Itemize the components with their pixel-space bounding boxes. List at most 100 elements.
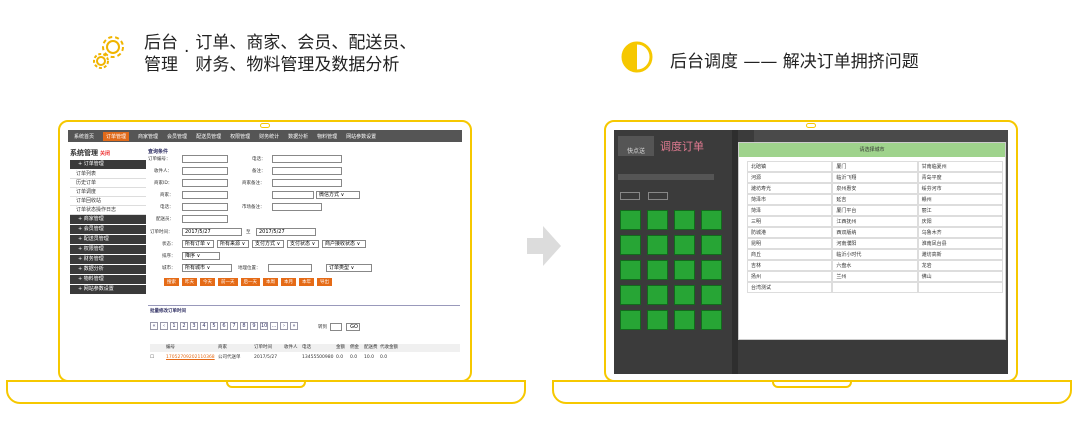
city-option[interactable]: 延吉 (832, 194, 918, 205)
city-option[interactable]: 龙岩 (917, 260, 1003, 271)
pager-btn-10[interactable]: 9 (250, 322, 258, 330)
query-button-8[interactable]: 导出 (317, 278, 332, 286)
pager-btn-13[interactable]: › (280, 322, 288, 330)
query-button-3[interactable]: 前一天 (218, 278, 238, 286)
table-cell-0[interactable]: 17052709202110368 (166, 353, 218, 363)
order-tile[interactable] (701, 260, 722, 280)
nav-tab-5[interactable]: 权限管理 (230, 133, 250, 140)
remark-input[interactable] (272, 167, 342, 175)
sidebar-group-4[interactable]: + 权限管理 (70, 245, 146, 254)
city-option[interactable]: 潍坊高新 (917, 249, 1003, 260)
sidebar-close-link[interactable]: 关闭 (100, 151, 110, 157)
receiver-input[interactable] (182, 167, 228, 175)
order-tile[interactable] (674, 235, 695, 255)
city-option[interactable]: 淮南凤台县 (917, 238, 1003, 249)
rider-input[interactable] (182, 215, 228, 223)
pager-btn-12[interactable]: ... (270, 322, 278, 330)
city-option[interactable]: 菏泽市 (747, 194, 833, 205)
city-option[interactable]: 防城港 (747, 227, 833, 238)
city-option[interactable]: 泉州惠安 (832, 183, 918, 194)
city-option[interactable]: 赣州 (917, 194, 1003, 205)
city-option[interactable]: 北碚镇 (747, 161, 833, 172)
query-button-7[interactable]: 本年 (299, 278, 314, 286)
nav-tab-1[interactable]: 订单管理 (103, 131, 130, 141)
status-select-1[interactable]: 所有来源 ∨ (217, 240, 249, 248)
order-tile[interactable] (701, 235, 722, 255)
nav-tab-0[interactable]: 系统首页 (74, 133, 94, 140)
city-option[interactable]: 三明 (747, 216, 833, 227)
city-option[interactable]: 厦门 (832, 161, 918, 172)
sidebar-group-3[interactable]: + 配送员管理 (70, 235, 146, 244)
row-checkbox[interactable]: ☐ (150, 353, 166, 363)
sidebar-item-0-0[interactable]: 订单列表 (70, 170, 146, 179)
city-option[interactable]: 菏泽 (747, 205, 833, 216)
nav-tab-9[interactable]: 网站参数设置 (346, 133, 376, 140)
city-option[interactable]: 兰州 (832, 271, 918, 282)
pager-go-button[interactable]: GO (346, 323, 360, 331)
city-option[interactable]: 青岛平度 (917, 172, 1003, 183)
city-option[interactable]: 台湾测试 (747, 282, 833, 293)
sidebar-item-0-1[interactable]: 历史订单 (70, 179, 146, 188)
tel-input[interactable] (182, 203, 228, 211)
city-option[interactable]: 绥芬河市 (917, 183, 1003, 194)
city-option[interactable]: 西双版纳 (832, 227, 918, 238)
city-option[interactable]: 潍坊寿光 (747, 183, 833, 194)
order-tile[interactable] (620, 235, 641, 255)
order-no-input[interactable] (182, 155, 228, 163)
sidebar-group-8[interactable]: + 网站参数设置 (70, 285, 146, 294)
nav-tab-2[interactable]: 商家管理 (138, 133, 158, 140)
phone-input[interactable] (272, 155, 342, 163)
order-tile[interactable] (701, 285, 722, 305)
pager-btn-0[interactable]: « (150, 322, 158, 330)
order-tile[interactable] (701, 310, 722, 330)
city-option[interactable]: 佛山 (917, 271, 1003, 282)
city-option[interactable]: 商丘 (747, 249, 833, 260)
city-option[interactable]: 临沂小时代 (832, 249, 918, 260)
dispatch-filter-select-1[interactable] (620, 192, 640, 200)
date-from-input[interactable]: 2017/5/27 (182, 228, 242, 236)
nav-tab-6[interactable]: 财务统计 (259, 133, 279, 140)
nav-tab-4[interactable]: 配送员管理 (196, 133, 221, 140)
city-option[interactable]: 庆阳 (917, 216, 1003, 227)
table-row[interactable]: ☐ 17052709202110368 公司代送单 2017/5/27 13455500… (150, 353, 460, 363)
sidebar-item-0-3[interactable]: 订单回收站 (70, 197, 146, 206)
city-option[interactable]: 六盘水 (832, 260, 918, 271)
order-tile[interactable] (674, 210, 695, 230)
sidebar-group-2[interactable]: + 会员管理 (70, 225, 146, 234)
sort-select[interactable]: 降序 ∨ (182, 252, 220, 260)
shop-note-input[interactable] (272, 203, 322, 211)
order-tile[interactable] (620, 260, 641, 280)
order-tile[interactable] (701, 210, 722, 230)
city-option[interactable]: 河南濮阳 (832, 238, 918, 249)
status-select-4[interactable]: 商户接收状态 ∨ (322, 240, 366, 248)
sidebar-group-7[interactable]: + 物料管理 (70, 275, 146, 284)
order-tile[interactable] (620, 210, 641, 230)
pager-btn-14[interactable]: » (290, 322, 298, 330)
sidebar-group-5[interactable]: + 财务管理 (70, 255, 146, 264)
shop-input[interactable] (182, 191, 228, 199)
pager-btn-9[interactable]: 8 (240, 322, 248, 330)
order-tile[interactable] (674, 285, 695, 305)
pager-btn-8[interactable]: 7 (230, 322, 238, 330)
city-option[interactable]: 丽江 (917, 205, 1003, 216)
area-input[interactable] (268, 264, 312, 272)
city-option[interactable]: 甘南临夏州 (917, 161, 1003, 172)
query-button-2[interactable]: 今天 (200, 278, 215, 286)
order-tile[interactable] (620, 285, 641, 305)
sidebar-group-6[interactable]: + 数据分析 (70, 265, 146, 274)
city-option[interactable]: 扬州 (747, 271, 833, 282)
pay-method-select[interactable] (272, 191, 314, 199)
city-select[interactable]: 所有城市 ∨ (182, 264, 232, 272)
order-type-select[interactable]: 订单类型 ∨ (326, 264, 372, 272)
nav-tab-3[interactable]: 会员管理 (167, 133, 187, 140)
city-option[interactable]: 临沂飞翔 (832, 172, 918, 183)
pager-btn-4[interactable]: 3 (190, 322, 198, 330)
pager-btn-6[interactable]: 5 (210, 322, 218, 330)
city-option[interactable]: 吉林 (747, 260, 833, 271)
sidebar-group-0[interactable]: + 订单管理 (70, 160, 146, 169)
pager-btn-1[interactable]: ‹ (160, 322, 168, 330)
order-tile[interactable] (647, 260, 668, 280)
query-button-5[interactable]: 本周 (263, 278, 278, 286)
order-tile[interactable] (620, 310, 641, 330)
query-button-4[interactable]: 后一天 (240, 278, 260, 286)
